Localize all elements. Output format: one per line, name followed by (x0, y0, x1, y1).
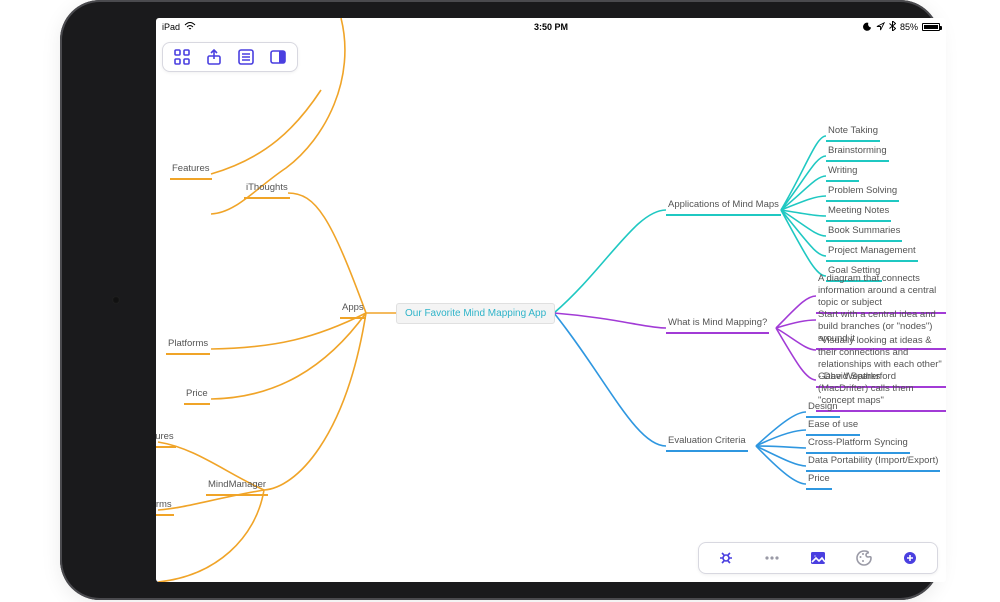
more-options-icon[interactable] (763, 549, 781, 567)
node-ithoughts[interactable]: iThoughts (244, 181, 290, 199)
ipad-frame: iPad 3:50 PM 85% (60, 0, 940, 600)
add-node-icon[interactable] (901, 549, 919, 567)
bottom-toolbar (698, 542, 938, 574)
node-features-2[interactable]: eatures (156, 430, 176, 448)
leaf-projectmgmt[interactable]: Project Management (826, 244, 918, 262)
leaf-design[interactable]: Design (806, 400, 840, 418)
leaf-price[interactable]: Price (806, 472, 832, 490)
leaf-meetingnotes[interactable]: Meeting Notes (826, 204, 891, 222)
leaf-writing[interactable]: Writing (826, 164, 859, 182)
node-whatis[interactable]: What is Mind Mapping? (666, 316, 769, 334)
leaf-booksummaries[interactable]: Book Summaries (826, 224, 902, 242)
color-palette-icon[interactable] (855, 549, 873, 567)
node-platforms-2[interactable]: atforms (156, 498, 174, 516)
leaf-ease[interactable]: Ease of use (806, 418, 860, 436)
mindmap-canvas[interactable]: Our Favorite Mind Mapping App Apps iThou… (156, 18, 946, 582)
node-features[interactable]: Features (170, 162, 212, 180)
center-node[interactable]: Our Favorite Mind Mapping App (396, 303, 555, 324)
node-applications[interactable]: Applications of Mind Maps (666, 198, 781, 216)
leaf-brainstorming[interactable]: Brainstorming (826, 144, 889, 162)
node-price[interactable]: Price (184, 387, 210, 405)
node-apps[interactable]: Apps (340, 301, 366, 319)
leaf-portability[interactable]: Data Portability (Import/Export) (806, 454, 940, 472)
leaf-note-taking[interactable]: Note Taking (826, 124, 880, 142)
node-mindmanager[interactable]: MindManager (206, 478, 268, 496)
front-camera (112, 296, 120, 304)
insert-image-icon[interactable] (809, 549, 827, 567)
node-platforms[interactable]: Platforms (166, 337, 210, 355)
node-criteria[interactable]: Evaluation Criteria (666, 434, 748, 452)
node-style-icon[interactable] (717, 549, 735, 567)
leaf-sync[interactable]: Cross-Platform Syncing (806, 436, 910, 454)
leaf-problemsolving[interactable]: Problem Solving (826, 184, 899, 202)
app-screen: iPad 3:50 PM 85% (156, 18, 946, 582)
